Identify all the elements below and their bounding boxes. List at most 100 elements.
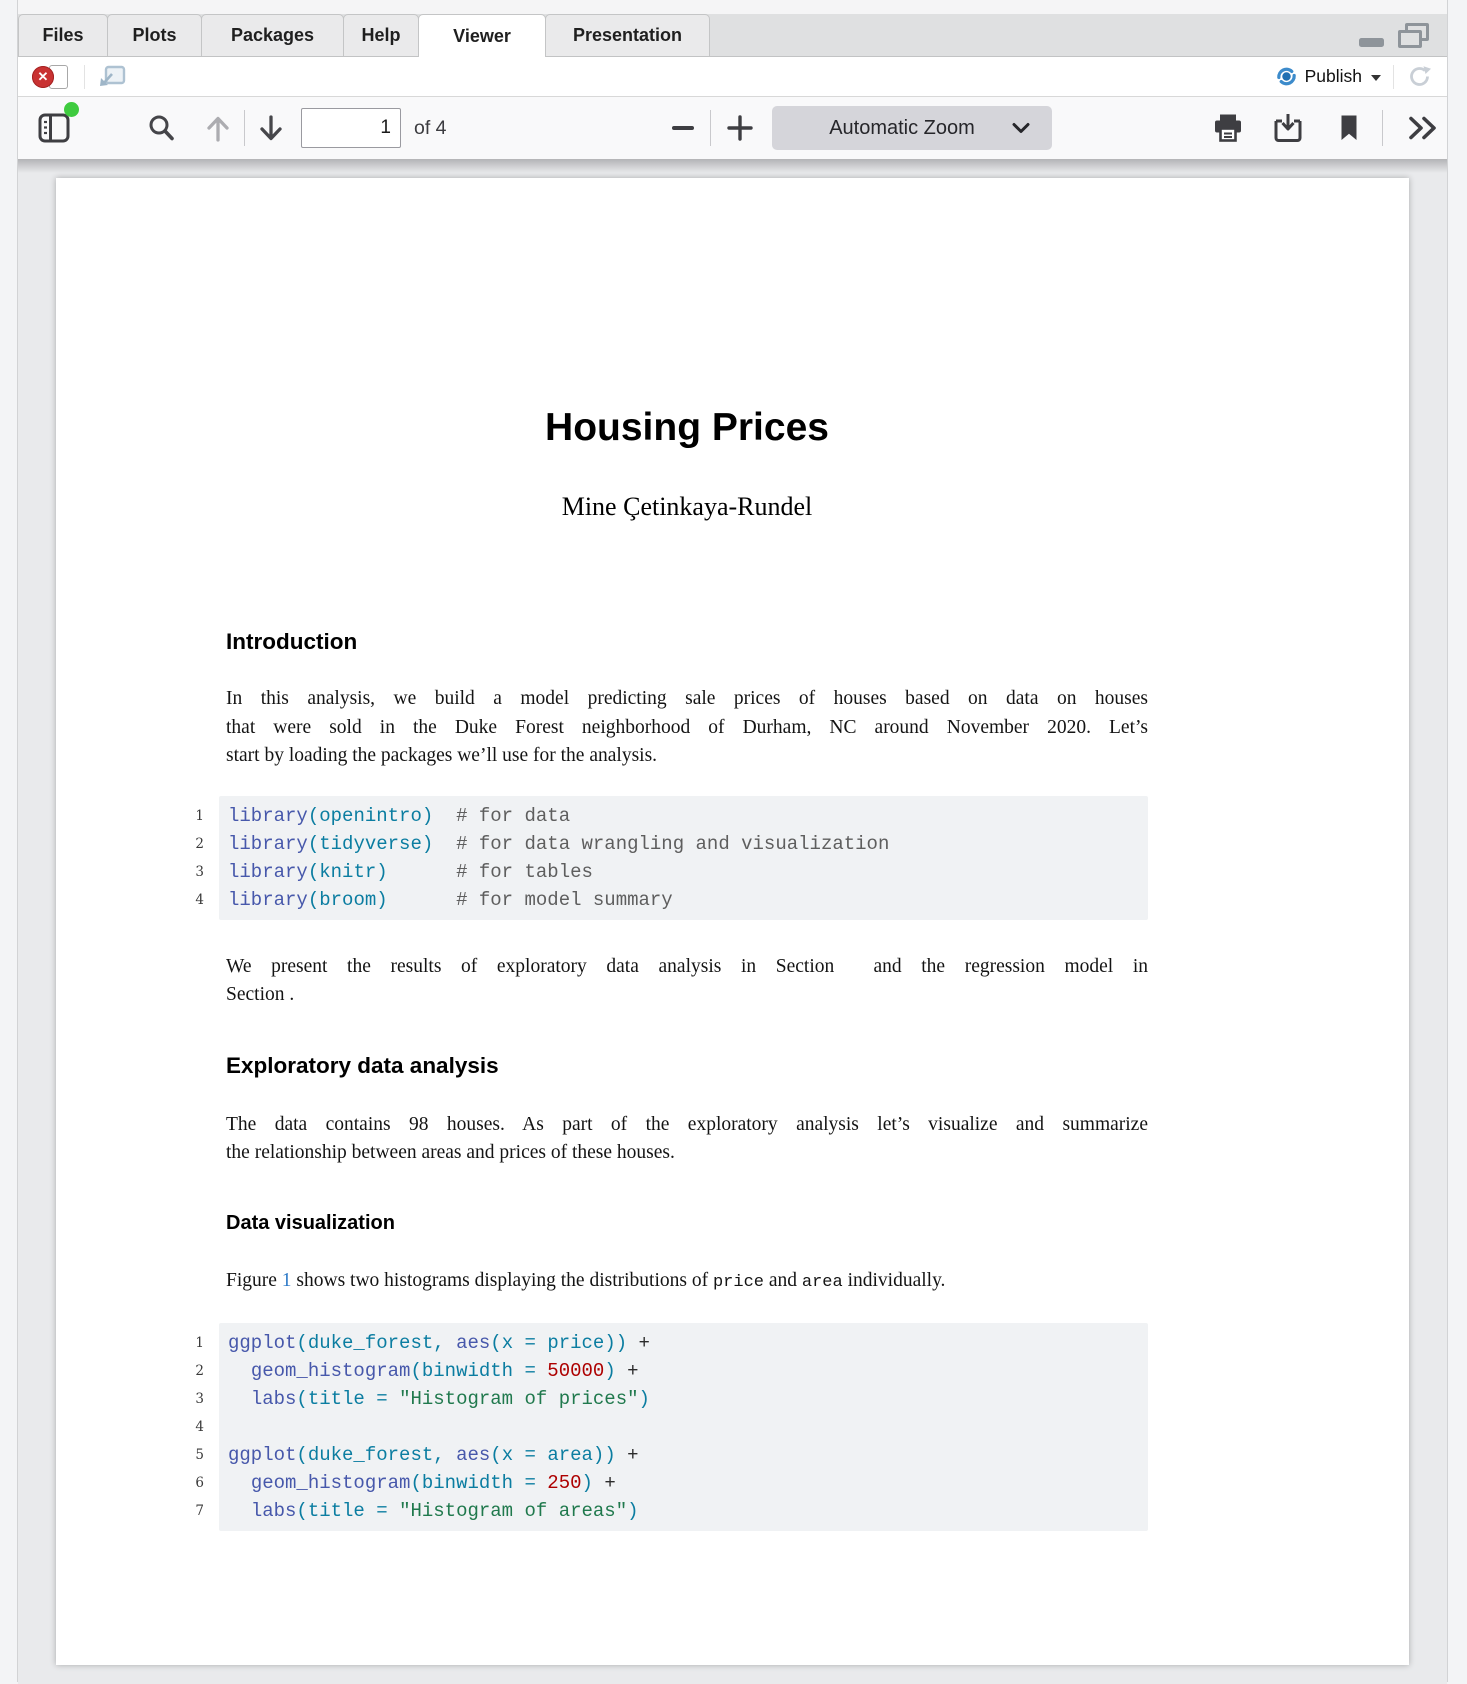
text-segment: Figure: [226, 1270, 282, 1291]
pane-tab-bar: Files Plots Packages Help Viewer Present…: [18, 14, 1447, 57]
text-segment: [228, 1500, 251, 1522]
tab-viewer[interactable]: Viewer: [418, 14, 546, 57]
text-segment: binwidth: [422, 1360, 513, 1382]
text-segment: # for tables: [456, 861, 593, 883]
code-line-number: 2: [190, 830, 204, 858]
refresh-icon: [1406, 63, 1433, 90]
publish-icon: [1275, 65, 1298, 88]
tab-plots[interactable]: Plots: [107, 14, 202, 56]
heading-data-visualization: Data visualization: [226, 1210, 1148, 1236]
text-segment: (: [296, 1388, 307, 1410]
text-segment: library: [228, 833, 308, 855]
text-segment: openintro: [319, 805, 422, 827]
text-segment: "Histogram of areas": [399, 1500, 627, 1522]
bookmark-button[interactable]: [1338, 113, 1360, 143]
code-block-ggplot: 1ggplot(duke_forest, aes(x = price)) +2 …: [219, 1323, 1148, 1531]
document-title: Housing Prices: [226, 404, 1148, 452]
next-page-button[interactable]: [256, 112, 286, 144]
viewer-pane: Files Plots Packages Help Viewer Present…: [18, 0, 1447, 1682]
clear-viewer-button[interactable]: ✕: [32, 63, 78, 91]
text-segment: ,: [433, 1332, 444, 1354]
code-line: 4library(broom) # for model summary: [228, 886, 1148, 914]
zoom-in-button[interactable]: [724, 112, 756, 144]
code-text: library(broom) # for model summary: [228, 889, 673, 911]
text-segment: library: [228, 889, 308, 911]
code-text: ggplot(duke_forest, aes(x = area)) +: [228, 1444, 639, 1466]
sidebar-toggle-icon: [37, 111, 71, 145]
pane-edge-right: [1447, 0, 1467, 1682]
text-segment: (: [410, 1472, 421, 1494]
text-segment: ): [376, 861, 387, 883]
print-button[interactable]: [1211, 112, 1245, 144]
open-in-new-window-button[interactable]: [97, 64, 127, 90]
text-segment: # for data wrangling and visualization: [456, 833, 889, 855]
arrow-up-icon: [204, 113, 232, 144]
previous-page-button[interactable]: [203, 112, 233, 144]
text-segment: (: [296, 1444, 307, 1466]
page-count-label: of 4: [414, 97, 447, 159]
text-segment: [536, 1444, 547, 1466]
text-segment: ): [422, 805, 433, 827]
text-segment: shows two histograms displaying the dist…: [292, 1270, 713, 1291]
refresh-button[interactable]: [1406, 63, 1433, 90]
text-segment: labs: [251, 1500, 297, 1522]
text-segment: [228, 1472, 251, 1494]
text-segment: [228, 1360, 251, 1382]
pdf-viewer-area[interactable]: Housing Prices Mine Çetinkaya-Rundel Int…: [18, 160, 1447, 1684]
download-button[interactable]: [1271, 112, 1305, 144]
text-segment: [536, 1360, 547, 1382]
find-button[interactable]: [145, 112, 177, 144]
maximize-pane-icon[interactable]: [1398, 23, 1429, 48]
search-icon: [146, 113, 176, 143]
text-segment: ,: [433, 1444, 444, 1466]
code-line-number: 1: [190, 1329, 204, 1357]
text-segment: price: [547, 1332, 604, 1354]
heading-introduction: Introduction: [226, 628, 1148, 656]
minimize-pane-icon[interactable]: [1359, 38, 1384, 47]
tab-packages[interactable]: Packages: [201, 14, 344, 56]
minus-icon: [672, 126, 694, 129]
paragraph-sections: We present the results of exploratory da…: [226, 953, 1148, 1010]
code-line: 1ggplot(duke_forest, aes(x = price)) +: [228, 1329, 1148, 1357]
code-line-number: 6: [190, 1469, 204, 1497]
text-segment: [513, 1360, 524, 1382]
publish-button[interactable]: Publish: [1275, 65, 1381, 88]
text-segment: [365, 1388, 376, 1410]
figure-link[interactable]: 1: [282, 1270, 292, 1291]
code-line: 6 geom_histogram(binwidth = 250) +: [228, 1469, 1148, 1497]
text-segment: title: [308, 1500, 365, 1522]
pdf-page: Housing Prices Mine Çetinkaya-Rundel Int…: [56, 178, 1409, 1665]
tab-help[interactable]: Help: [343, 14, 419, 56]
zoom-select-dropdown[interactable]: Automatic Zoom: [772, 106, 1052, 150]
text-segment: ): [627, 1500, 638, 1522]
text-segment: +: [627, 1360, 638, 1382]
text-segment: =: [525, 1444, 536, 1466]
toolbar-divider: [84, 65, 85, 89]
notification-dot: [64, 102, 79, 117]
bookmark-icon: [1339, 114, 1359, 142]
paragraph-introduction: In this analysis, we build a model predi…: [226, 685, 1148, 771]
zoom-out-button[interactable]: [668, 112, 698, 144]
text-segment: library: [228, 805, 308, 827]
page-number-input[interactable]: [301, 108, 401, 148]
text-segment: ): [582, 1472, 593, 1494]
text-segment: (: [308, 833, 319, 855]
secondary-toolbar-toggle[interactable]: [1404, 114, 1440, 142]
text-segment: [536, 1472, 547, 1494]
paragraph-figure-reference: Figure 1 shows two histograms displaying…: [226, 1267, 1148, 1298]
publish-dropdown-caret[interactable]: [1371, 75, 1381, 81]
tab-files[interactable]: Files: [18, 14, 108, 56]
paragraph-line: Section .: [226, 981, 1148, 1010]
text-segment: ): [639, 1388, 650, 1410]
document-author: Mine Çetinkaya-Rundel: [226, 492, 1148, 522]
tab-presentation[interactable]: Presentation: [545, 14, 710, 56]
publish-label: Publish: [1305, 66, 1362, 87]
text-segment: (: [296, 1500, 307, 1522]
text-segment: [513, 1444, 524, 1466]
text-segment: title: [308, 1388, 365, 1410]
code-line-number: 2: [190, 1357, 204, 1385]
paragraph-eda: The data contains 98 houses. As part of …: [226, 1111, 1148, 1168]
toggle-sidebar-button[interactable]: [36, 110, 72, 146]
text-segment: [433, 833, 456, 855]
text-segment: 50000: [547, 1360, 604, 1382]
